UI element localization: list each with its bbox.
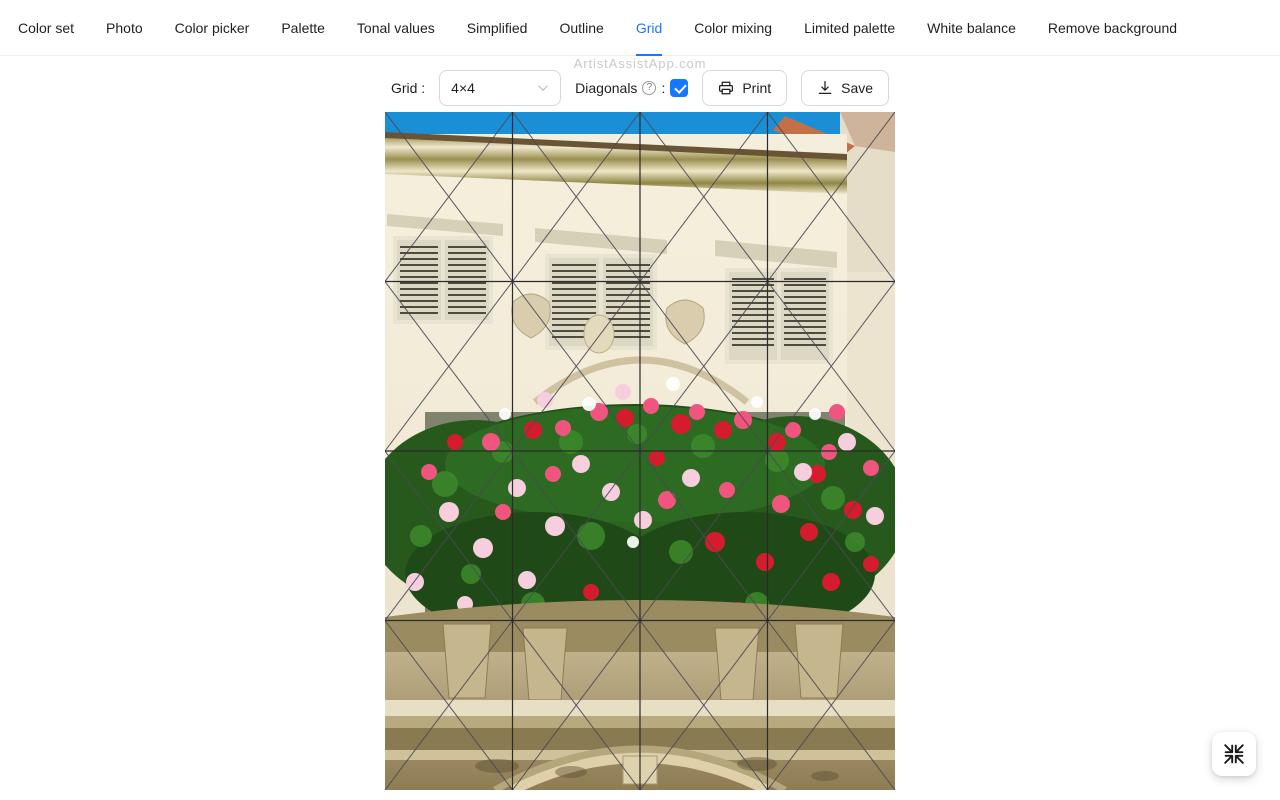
tab-limited-palette[interactable]: Limited palette (788, 0, 911, 55)
tab-label: Tonal values (356, 19, 435, 36)
tab-label: Photo (106, 19, 143, 36)
tab-tonal-values[interactable]: Tonal values (341, 0, 451, 55)
tab-label: Color mixing (694, 19, 773, 36)
tab-label: Grid (635, 19, 663, 36)
tab-photo[interactable]: Photo (90, 0, 159, 55)
tab-simplified[interactable]: Simplified (451, 0, 544, 55)
grid-toolbar: Grid : 4×4 Diagonals ? : Print Save (0, 56, 1280, 112)
grid-size-label: Grid : (390, 80, 426, 96)
grid-size-select[interactable]: 4×4 (439, 70, 562, 106)
tab-label: Remove background (1047, 19, 1178, 36)
diagonals-label: Diagonals (575, 80, 638, 96)
save-label: Save (841, 80, 874, 96)
tab-label: Outline (559, 19, 604, 36)
download-icon (818, 80, 832, 95)
tab-label: Simplified (466, 19, 528, 36)
print-button[interactable]: Print (702, 70, 788, 106)
compress-icon (1224, 744, 1244, 764)
reference-photo[interactable] (385, 112, 895, 790)
grid-overlay (385, 112, 895, 790)
chevron-down-icon (538, 85, 548, 91)
help-circle-icon[interactable]: ? (642, 81, 657, 95)
tab-grid[interactable]: Grid (620, 0, 678, 56)
diagonals-control: Diagonals ? : (575, 79, 689, 97)
grid-size-value: 4×4 (451, 80, 475, 96)
tab-label: Palette (281, 19, 325, 36)
tab-outline[interactable]: Outline (543, 0, 619, 55)
tab-color-set[interactable]: Color set (18, 0, 90, 55)
tab-label: Limited palette (804, 19, 896, 36)
save-button[interactable]: Save (801, 70, 890, 106)
tab-label: Color picker (174, 19, 250, 36)
diagonals-checkbox[interactable] (670, 79, 689, 97)
diagonals-colon: : (661, 80, 666, 96)
printer-icon (719, 81, 734, 95)
tab-remove-background[interactable]: Remove background (1032, 0, 1193, 55)
main-tabbar: Color set Photo Color picker Palette Ton… (0, 0, 1280, 56)
tab-palette[interactable]: Palette (265, 0, 341, 55)
tab-white-balance[interactable]: White balance (911, 0, 1032, 55)
tab-label: White balance (927, 19, 1016, 36)
print-label: Print (742, 80, 772, 96)
grid-canvas-area (0, 112, 1280, 800)
tab-color-picker[interactable]: Color picker (159, 0, 266, 55)
tab-color-mixing[interactable]: Color mixing (678, 0, 788, 55)
exit-fullscreen-button[interactable] (1212, 732, 1256, 776)
tab-label: Color set (18, 19, 75, 36)
